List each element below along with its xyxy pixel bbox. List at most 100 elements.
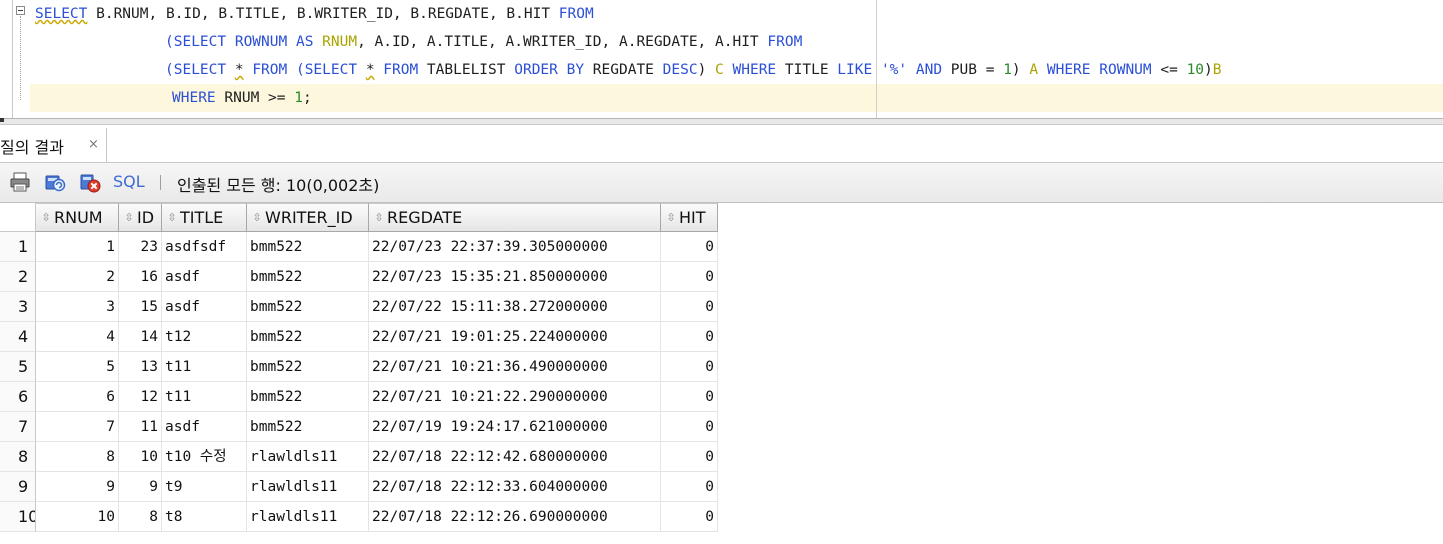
table-row[interactable]: 6 6 12 t11 bmm522 22/07/21 10:21:22.290000000…: [0, 382, 720, 412]
cell-id[interactable]: 14: [119, 322, 162, 352]
cell-writer-id[interactable]: rlawldls11: [247, 442, 369, 472]
row-number[interactable]: 7: [0, 412, 36, 442]
fold-guide: [20, 16, 22, 100]
cell-id[interactable]: 15: [119, 292, 162, 322]
cell-writer-id[interactable]: rlawldls11: [247, 472, 369, 502]
cell-title[interactable]: t11: [162, 382, 247, 412]
cell-writer-id[interactable]: bmm522: [247, 382, 369, 412]
cell-regdate[interactable]: 22/07/21 10:21:22.290000000: [369, 382, 661, 412]
cell-regdate[interactable]: 22/07/19 19:24:17.621000000: [369, 412, 661, 442]
cell-id[interactable]: 16: [119, 262, 162, 292]
cell-hit[interactable]: 0: [661, 472, 718, 502]
table-row[interactable]: 5 5 13 t11 bmm522 22/07/21 10:21:36.490000000…: [0, 352, 720, 382]
tab-query-result[interactable]: 질의 결과 ×: [0, 128, 107, 162]
cell-hit[interactable]: 0: [661, 232, 718, 262]
cell-title[interactable]: t9: [162, 472, 247, 502]
cell-writer-id[interactable]: bmm522: [247, 412, 369, 442]
column-header-regdate[interactable]: ⇳ REGDATE: [369, 203, 661, 232]
column-header-hit[interactable]: ⇳ HIT: [661, 203, 718, 232]
row-number[interactable]: 2: [0, 262, 36, 292]
table-row[interactable]: 8 8 10 t10 수정 rlawldls11 22/07/18 22:12:42.68…: [0, 442, 720, 472]
cell-title[interactable]: t11: [162, 352, 247, 382]
cell-title[interactable]: t8: [162, 502, 247, 532]
cell-id[interactable]: 10: [119, 442, 162, 472]
cell-rnum[interactable]: 7: [36, 412, 119, 442]
row-number[interactable]: 8: [0, 442, 36, 472]
cell-id[interactable]: 9: [119, 472, 162, 502]
cell-rnum[interactable]: 5: [36, 352, 119, 382]
cell-title[interactable]: asdf: [162, 412, 247, 442]
cell-rnum[interactable]: 6: [36, 382, 119, 412]
cell-writer-id[interactable]: bmm522: [247, 292, 369, 322]
cell-rnum[interactable]: 1: [36, 232, 119, 262]
row-number[interactable]: 10: [0, 502, 36, 532]
cell-rnum[interactable]: 10: [36, 502, 119, 532]
cell-title[interactable]: asdf: [162, 262, 247, 292]
cell-regdate[interactable]: 22/07/21 10:21:36.490000000: [369, 352, 661, 382]
cell-hit[interactable]: 0: [661, 412, 718, 442]
cell-rnum[interactable]: 8: [36, 442, 119, 472]
cell-id[interactable]: 23: [119, 232, 162, 262]
cell-writer-id[interactable]: bmm522: [247, 232, 369, 262]
cell-regdate[interactable]: 22/07/18 22:12:42.680000000: [369, 442, 661, 472]
table-row[interactable]: 9 9 9 t9 rlawldls11 22/07/18 22:12:33.6040000…: [0, 472, 720, 502]
cell-rnum[interactable]: 9: [36, 472, 119, 502]
pane-splitter[interactable]: [0, 118, 1443, 125]
row-number[interactable]: 9: [0, 472, 36, 502]
cell-hit[interactable]: 0: [661, 262, 718, 292]
column-header-title[interactable]: ⇳ TITLE: [162, 203, 247, 232]
fold-icon[interactable]: [16, 6, 25, 15]
cell-hit[interactable]: 0: [661, 502, 718, 532]
cell-title[interactable]: asdfsdf: [162, 232, 247, 262]
cell-hit[interactable]: 0: [661, 292, 718, 322]
cell-id[interactable]: 13: [119, 352, 162, 382]
table-row[interactable]: 7 7 11 asdf bmm522 22/07/19 19:24:17.62100000…: [0, 412, 720, 442]
row-number[interactable]: 3: [0, 292, 36, 322]
cell-writer-id[interactable]: rlawldls11: [247, 502, 369, 532]
table-row[interactable]: 1 1 23 asdfsdf bmm522 22/07/23 22:37:39.30500…: [0, 232, 720, 262]
column-header-writer-id[interactable]: ⇳ WRITER_ID: [247, 203, 369, 232]
cancel-icon[interactable]: [79, 171, 101, 193]
cell-hit[interactable]: 0: [661, 382, 718, 412]
cell-regdate[interactable]: 22/07/18 22:12:26.690000000: [369, 502, 661, 532]
cell-title[interactable]: asdf: [162, 292, 247, 322]
row-number[interactable]: 5: [0, 352, 36, 382]
cell-hit[interactable]: 0: [661, 322, 718, 352]
row-number[interactable]: 4: [0, 322, 36, 352]
cell-id[interactable]: 12: [119, 382, 162, 412]
cell-regdate[interactable]: 22/07/22 15:11:38.272000000: [369, 292, 661, 322]
close-icon[interactable]: ×: [88, 137, 99, 152]
sql-line-3: (SELECT * FROM (SELECT * FROM TABLELIST …: [165, 62, 1222, 78]
cell-rnum[interactable]: 3: [36, 292, 119, 322]
cell-title[interactable]: t10 수정: [162, 442, 247, 472]
cell-regdate[interactable]: 22/07/21 19:01:25.224000000: [369, 322, 661, 352]
column-header-id[interactable]: ⇳ ID: [119, 203, 162, 232]
sql-editor[interactable]: SELECT B.RNUM, B.ID, B.TITLE, B.WRITER_I…: [0, 0, 1443, 118]
cell-writer-id[interactable]: bmm522: [247, 352, 369, 382]
cell-writer-id[interactable]: bmm522: [247, 262, 369, 292]
table-row[interactable]: 2 2 16 asdf bmm522 22/07/23 15:35:21.85000000…: [0, 262, 720, 292]
cell-regdate[interactable]: 22/07/18 22:12:33.604000000: [369, 472, 661, 502]
print-icon[interactable]: [9, 171, 31, 193]
cell-writer-id[interactable]: bmm522: [247, 322, 369, 352]
row-number[interactable]: 1: [0, 232, 36, 262]
cell-rnum[interactable]: 2: [36, 262, 119, 292]
cell-rnum[interactable]: 4: [36, 322, 119, 352]
row-number[interactable]: 6: [0, 382, 36, 412]
editor-gutter: [12, 0, 13, 118]
sql-button[interactable]: SQL: [113, 172, 145, 191]
cell-title[interactable]: t12: [162, 322, 247, 352]
splitter-marker: [0, 118, 4, 122]
cell-hit[interactable]: 0: [661, 442, 718, 472]
table-row[interactable]: 4 4 14 t12 bmm522 22/07/21 19:01:25.224000000…: [0, 322, 720, 352]
grid-header: ⇳ RNUM ⇳ ID ⇳ TITLE ⇳ WRITER_ID ⇳ REGDATE ⇳ HI…: [0, 203, 720, 232]
cell-id[interactable]: 11: [119, 412, 162, 442]
cell-hit[interactable]: 0: [661, 352, 718, 382]
cell-regdate[interactable]: 22/07/23 15:35:21.850000000: [369, 262, 661, 292]
table-row[interactable]: 3 3 15 asdf bmm522 22/07/22 15:11:38.27200000…: [0, 292, 720, 322]
refresh-icon[interactable]: [44, 171, 66, 193]
cell-id[interactable]: 8: [119, 502, 162, 532]
table-row[interactable]: 10108t8rlawldls1122/07/18 22:12:26.69000…: [0, 502, 720, 532]
cell-regdate[interactable]: 22/07/23 22:37:39.305000000: [369, 232, 661, 262]
column-header-rnum[interactable]: ⇳ RNUM: [36, 203, 119, 232]
